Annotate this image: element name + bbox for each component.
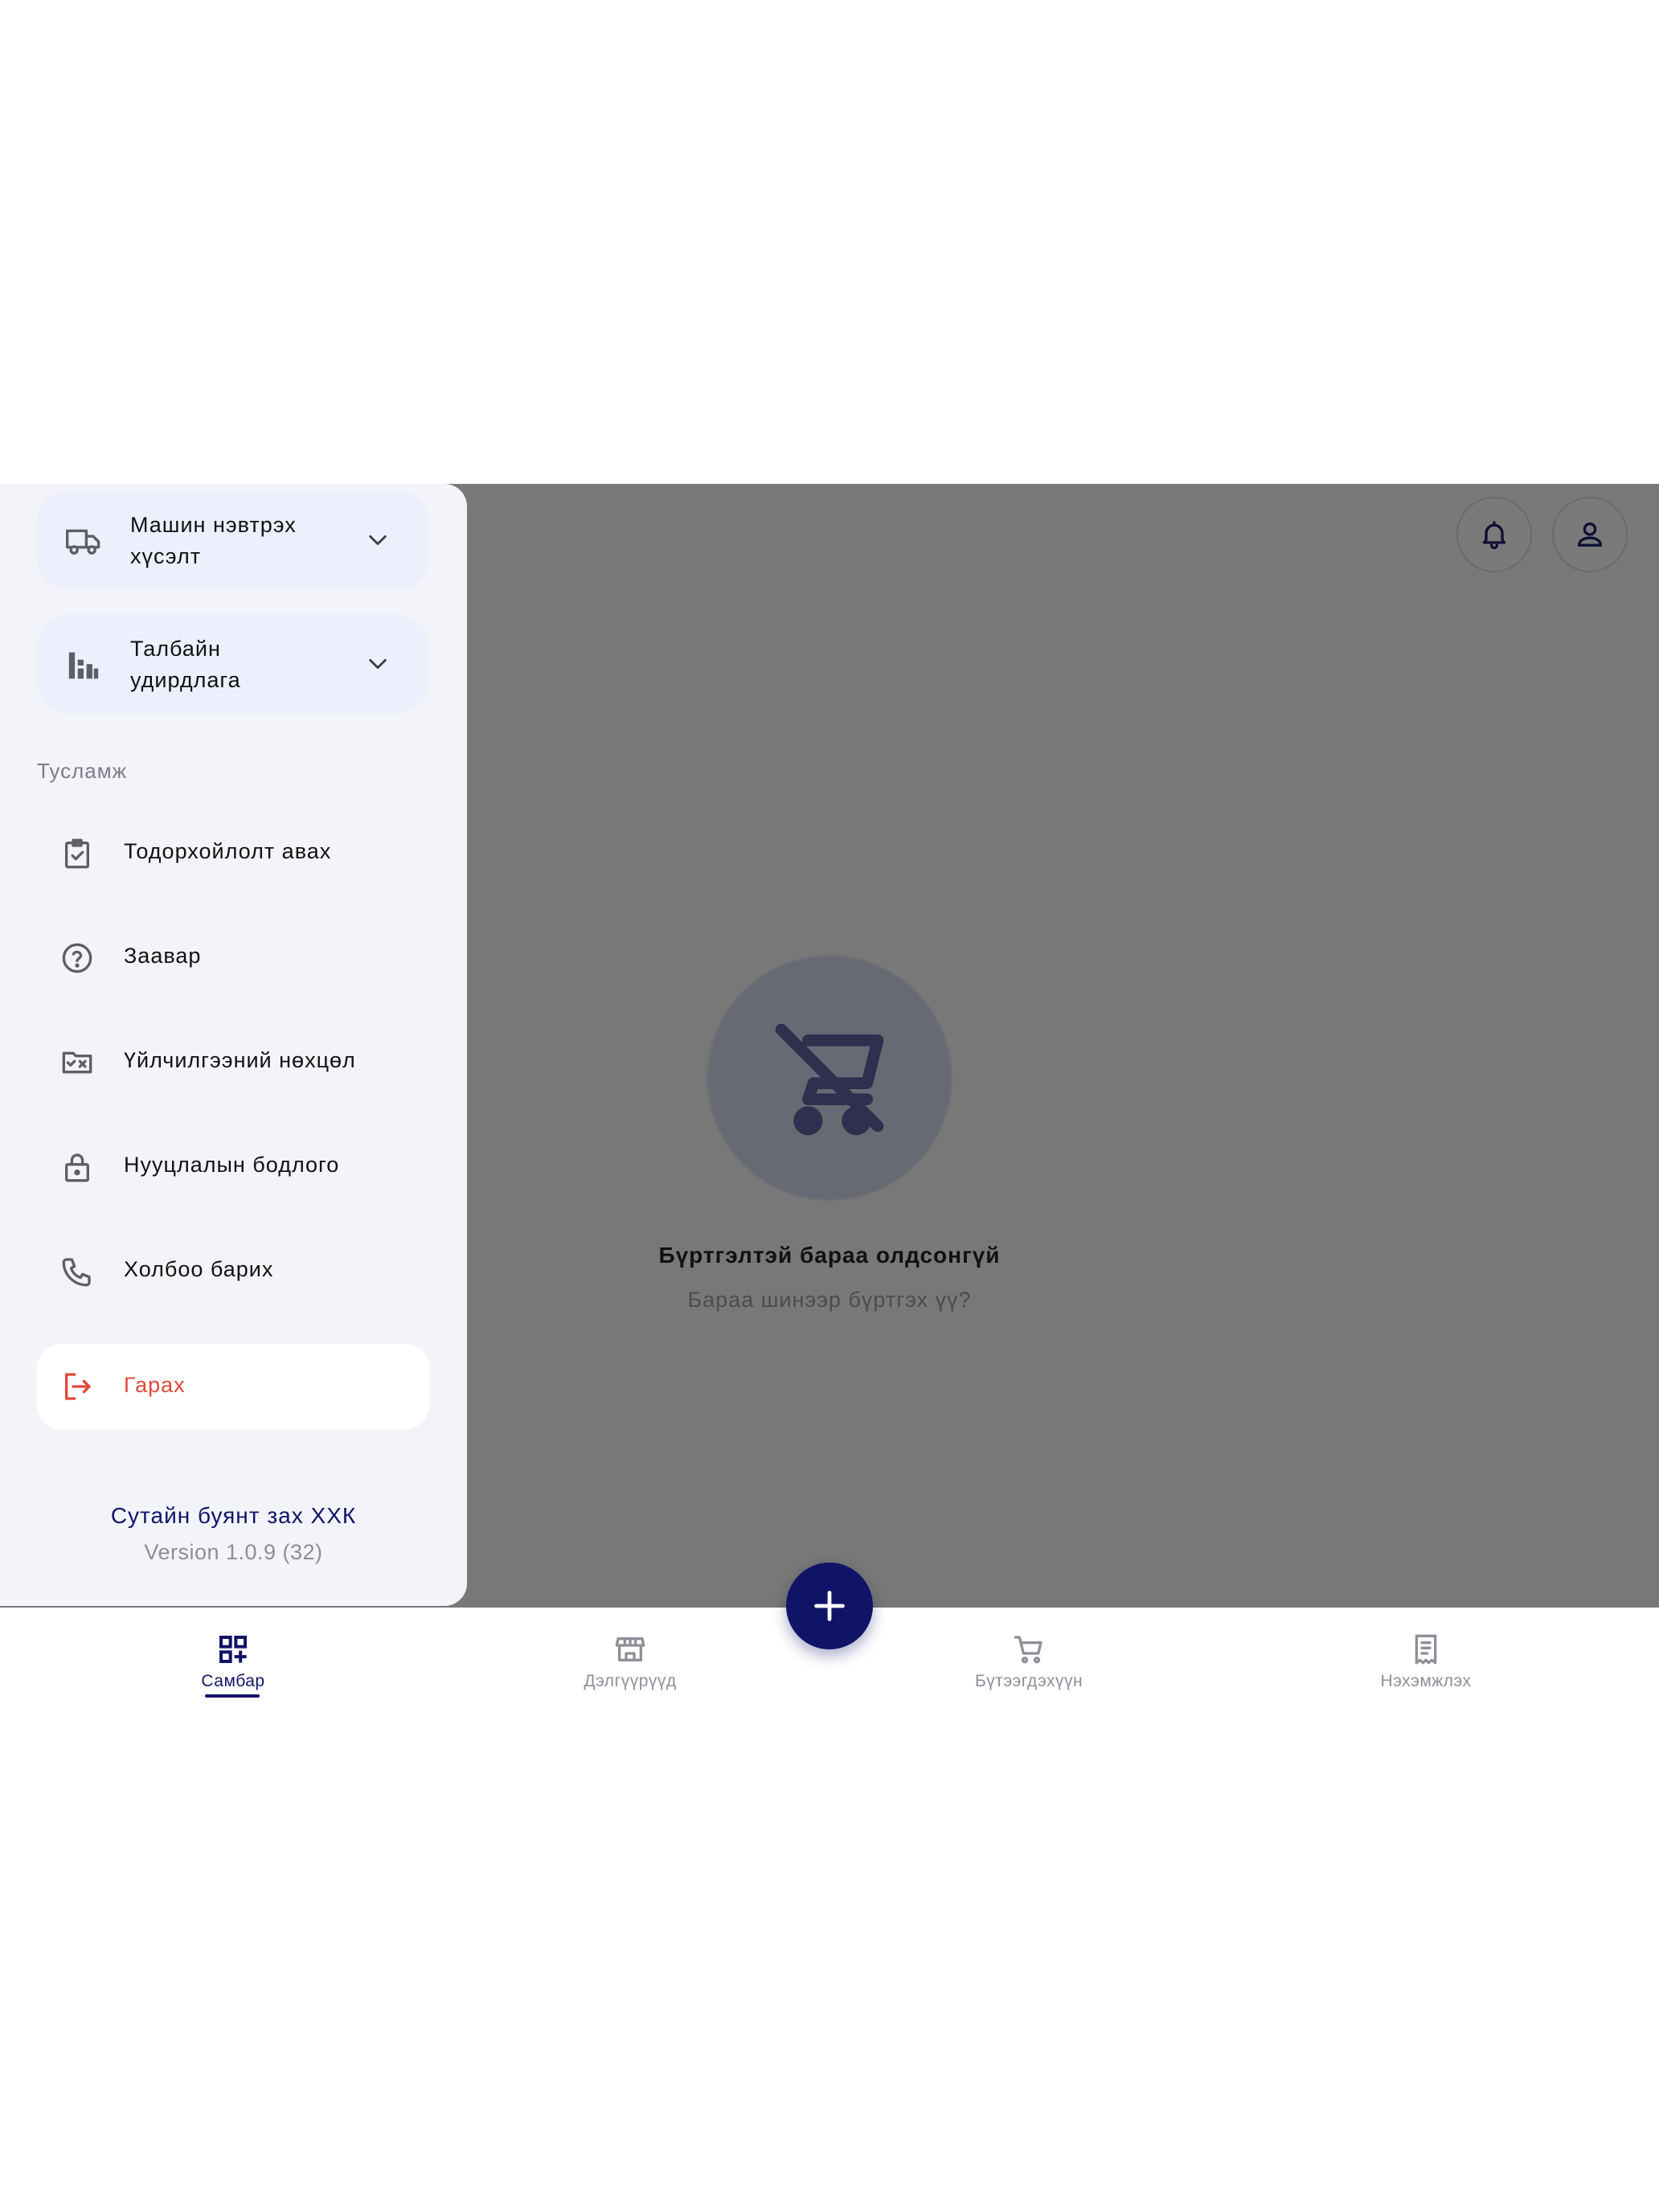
app-frame: Бүртгэлтэй бараа олдсонгүй Бараа шинээр … <box>0 484 1659 1608</box>
phone-icon <box>62 1258 91 1287</box>
company-name: Сутайн буянт зах ХХК <box>110 1503 357 1528</box>
help-section-title: Тусламж <box>37 759 128 783</box>
add-button[interactable] <box>786 1563 873 1649</box>
chevron-down-icon <box>369 535 387 546</box>
nav-tab-label: Самбар <box>201 1672 265 1690</box>
receipt-icon <box>1415 1634 1437 1665</box>
drawer-group-label: хүсэлт <box>130 544 202 568</box>
chevron-down-icon <box>369 658 387 670</box>
lock-icon <box>65 1153 89 1182</box>
menu-item-privacy-policy[interactable]: Нууцлалын бодлого <box>37 1124 429 1209</box>
nav-tab-dashboard[interactable]: Самбар <box>113 1633 354 1691</box>
menu-item-label: Үйлчилгээний нөхцөл <box>124 1048 356 1072</box>
folder-x-icon <box>62 1051 92 1074</box>
nav-tab-stores[interactable]: Дэлгүүрүүд <box>510 1633 751 1691</box>
clipboard-check-icon <box>65 838 89 869</box>
drawer-group-label: Талбайн <box>130 637 221 661</box>
cart-icon <box>1014 1636 1043 1664</box>
drawer-group-label: Машин нэвтрэх <box>130 513 297 537</box>
navigation-drawer: Машин нэвтрэх хүсэлт Талбайн удирдлага Т… <box>0 484 467 1606</box>
menu-item-terms-of-service[interactable]: Үйлчилгээний нөхцөл <box>37 1019 429 1104</box>
dashboard-icon <box>219 1636 247 1663</box>
nav-tab-products[interactable]: Бүтээгдэхүүн <box>908 1633 1149 1691</box>
nav-tab-label: Нэхэмжлэх <box>1380 1672 1472 1690</box>
user-icon <box>1578 522 1602 547</box>
drawer-group-area-management[interactable]: Талбайн удирдлага <box>37 614 429 714</box>
plus-icon <box>814 1591 845 1621</box>
drawer-group-vehicle-request[interactable]: Машин нэвтрэх хүсэлт <box>37 490 429 590</box>
logout-icon <box>65 1373 91 1400</box>
help-circle-icon <box>62 943 92 973</box>
store-icon <box>615 1637 645 1661</box>
drawer-group-label: удирдлага <box>130 668 241 692</box>
menu-item-label: Тодорхойлолт авах <box>124 839 332 863</box>
menu-item-label: Холбоо барих <box>124 1257 274 1281</box>
menu-item-label: Нууцлалын бодлого <box>124 1153 340 1177</box>
active-tab-indicator <box>205 1694 260 1698</box>
notification-button[interactable] <box>1456 497 1532 572</box>
nav-tab-invoices[interactable]: Нэхэмжлэх <box>1305 1633 1546 1691</box>
profile-button[interactable] <box>1552 497 1628 572</box>
truck-icon <box>66 529 100 555</box>
nav-tab-label: Бүтээгдэхүүн <box>974 1672 1083 1690</box>
app-version: Version 1.0.9 (32) <box>144 1540 323 1564</box>
bar-chart-icon <box>68 652 99 679</box>
menu-item-guide[interactable]: Заавар <box>37 915 429 1000</box>
nav-tab-label: Дэлгүүрүүд <box>584 1672 677 1690</box>
menu-item-label: Заавар <box>124 944 202 968</box>
menu-item-get-certificate[interactable]: Тодорхойлолт авах <box>37 810 429 895</box>
cart-off-icon <box>775 1023 884 1136</box>
logout-label: Гарах <box>124 1373 186 1397</box>
logout-button[interactable]: Гарах <box>37 1344 429 1429</box>
bell-icon <box>1482 521 1506 550</box>
menu-item-contact[interactable]: Холбоо барих <box>37 1228 429 1313</box>
empty-state-illustration <box>707 955 952 1201</box>
